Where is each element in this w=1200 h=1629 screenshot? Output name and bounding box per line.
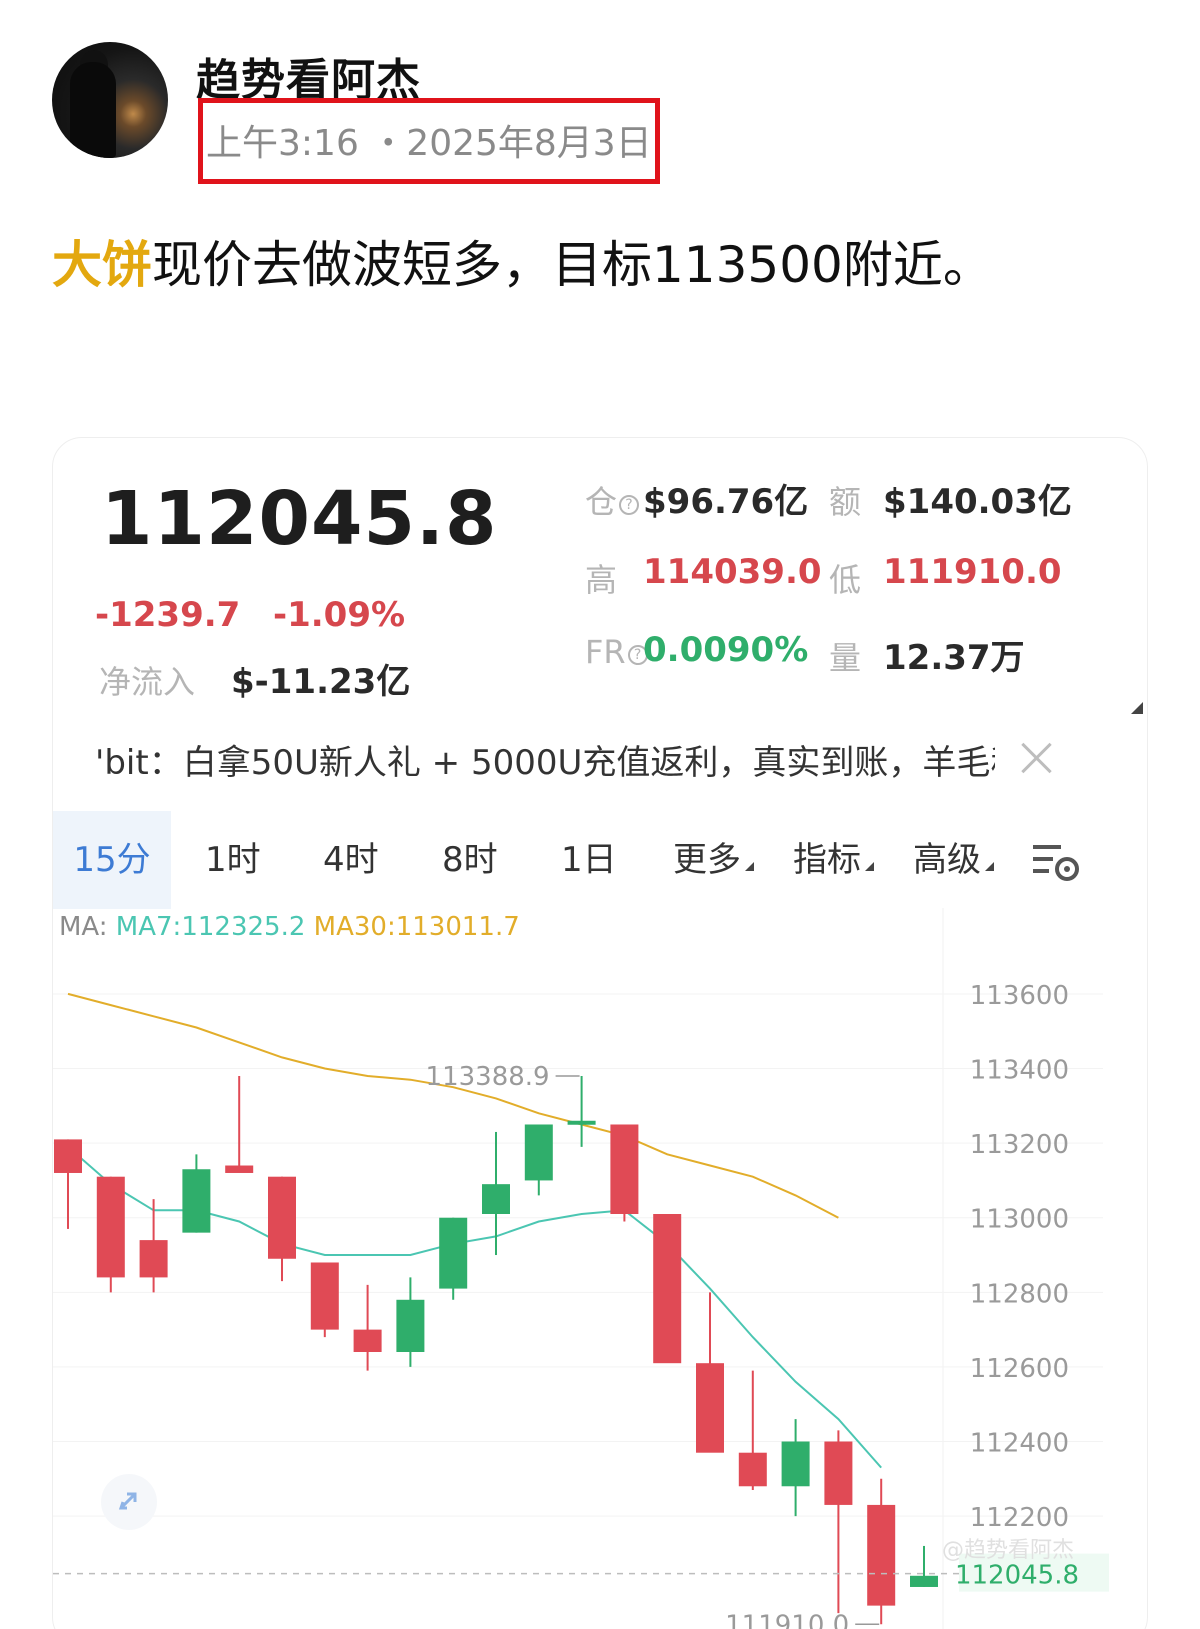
turnover-label: 额	[829, 483, 862, 521]
candle-body	[54, 1139, 82, 1173]
post-body: 现价去做波短多，目标113500附近。	[152, 236, 993, 294]
tab-4h[interactable]: 4时	[323, 811, 379, 909]
candle	[910, 1545, 938, 1587]
tab-indicators[interactable]: 指标	[793, 811, 874, 909]
candle	[482, 1131, 510, 1256]
watermark: @趋势看阿杰	[942, 1538, 1075, 1563]
candle	[653, 1214, 682, 1364]
net-inflow-value: $-11.23亿	[231, 662, 411, 702]
candle-body	[439, 1217, 468, 1289]
chevron-down-icon	[745, 862, 754, 871]
chevron-down-icon	[985, 862, 994, 871]
chart-settings-icon[interactable]	[1031, 839, 1081, 885]
candle	[396, 1277, 425, 1367]
candle	[139, 1199, 168, 1293]
market-card[interactable]: 112045.8 -1239.7 -1.09% 净流入 $-11.23亿 仓? …	[52, 437, 1148, 1629]
y-tick-label: 113600	[970, 981, 1069, 1011]
price-change-pct: -1.09%	[273, 595, 406, 635]
chevron-down-icon	[865, 862, 874, 871]
low-price-label: 111910.0	[725, 1610, 849, 1629]
tab-15m[interactable]: 15分	[53, 811, 171, 909]
tab-1d[interactable]: 1日	[561, 811, 617, 909]
candle	[824, 1430, 853, 1614]
candle-body	[96, 1176, 125, 1278]
y-tick-label: 112600	[970, 1354, 1069, 1384]
candle-body	[268, 1176, 296, 1259]
high-value: 114039.0	[643, 552, 822, 592]
candle-body	[139, 1240, 168, 1278]
volume-label: 量	[829, 639, 862, 677]
candle-body	[396, 1299, 425, 1352]
y-tick-label: 112800	[970, 1279, 1069, 1309]
close-icon[interactable]	[1019, 740, 1055, 776]
candle	[268, 1176, 296, 1282]
candle-body	[225, 1165, 254, 1173]
candle-body	[182, 1169, 211, 1233]
candle-body	[696, 1363, 724, 1453]
open-interest-value: $96.76亿	[643, 482, 809, 522]
promo-banner-text[interactable]: 'bit：白拿50U新人礼 + 5000U充值返利，真实到账，羊毛稳	[95, 735, 995, 784]
candle	[524, 1124, 553, 1196]
candle	[738, 1370, 767, 1490]
candle	[610, 1124, 639, 1222]
low-value: 111910.0	[883, 552, 1062, 592]
candle-body	[867, 1504, 896, 1606]
low-label: 低	[829, 561, 862, 599]
candle-body	[482, 1184, 510, 1214]
last-price: 112045.8	[101, 476, 498, 562]
candle-body	[567, 1120, 596, 1125]
high-price-label: 113388.9	[426, 1062, 550, 1092]
tab-1h[interactable]: 1时	[205, 811, 261, 909]
price-change: -1239.7	[95, 595, 241, 635]
candle	[439, 1217, 468, 1300]
post-timestamp: 上午3:16 ・2025年8月3日	[206, 123, 652, 164]
candle-body	[910, 1575, 938, 1587]
candle	[310, 1262, 339, 1338]
post-text: 大饼现价去做波短多，目标113500附近。	[52, 225, 993, 297]
tab-more[interactable]: 更多	[673, 811, 754, 909]
y-tick-label: 113400	[970, 1056, 1069, 1086]
candle-body	[738, 1452, 767, 1487]
tab-advanced[interactable]: 高级	[913, 811, 994, 909]
candle	[781, 1419, 810, 1517]
candle-body	[653, 1214, 682, 1364]
funding-rate-label: FR?	[585, 633, 648, 671]
last-price-tag: 112045.8	[955, 1561, 1079, 1591]
volume-value: 12.37万	[883, 638, 1025, 678]
candle-body	[610, 1124, 639, 1214]
candle-body	[824, 1441, 853, 1505]
tab-8h[interactable]: 8时	[442, 811, 498, 909]
y-tick-label: 112400	[970, 1429, 1069, 1459]
candle	[353, 1284, 382, 1371]
candle-body	[310, 1262, 339, 1330]
y-tick-label: 113000	[970, 1205, 1069, 1235]
fullscreen-icon[interactable]	[101, 1474, 157, 1530]
net-inflow-label: 净流入	[99, 663, 196, 701]
y-tick-label: 113200	[970, 1130, 1069, 1160]
open-interest-label: 仓?	[585, 477, 640, 523]
candle	[867, 1478, 896, 1625]
candle	[225, 1076, 254, 1173]
candle	[182, 1154, 211, 1233]
turnover-value: $140.03亿	[883, 482, 1072, 522]
funding-rate-value: 0.0090%	[643, 630, 809, 670]
candle	[54, 1139, 82, 1229]
candle-body	[353, 1329, 382, 1352]
avatar[interactable]	[52, 42, 168, 158]
candle	[567, 1076, 596, 1147]
candle-body	[524, 1124, 553, 1181]
candle-body	[781, 1441, 810, 1487]
interval-tabs: 15分 1时 4时 8时 1日 更多 指标 高级	[53, 811, 1147, 909]
candle	[96, 1176, 125, 1293]
post-keyword[interactable]: 大饼	[52, 236, 152, 294]
candle	[696, 1292, 724, 1453]
help-icon[interactable]: ?	[619, 495, 640, 515]
candles	[54, 1076, 938, 1625]
y-tick-label: 112200	[970, 1503, 1069, 1533]
avatar-figure-body	[70, 62, 116, 158]
expand-stats-icon[interactable]	[1131, 702, 1143, 714]
chart-grid: 113600 113400 113200 113000 112800 112600 1124…	[53, 908, 1103, 1629]
candlestick-chart[interactable]: 113600 113400 113200 113000 112800 112600 1124…	[53, 908, 1148, 1629]
high-label: 高	[585, 561, 618, 599]
